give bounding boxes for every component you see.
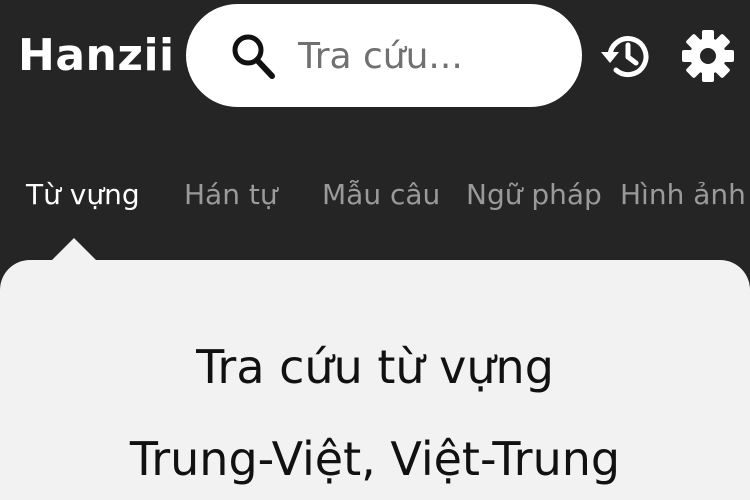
search-icon bbox=[232, 34, 275, 79]
tab-mau-cau[interactable]: Mẫu câu bbox=[322, 178, 440, 211]
tab-tu-vung[interactable]: Từ vựng bbox=[26, 178, 140, 211]
card-subtitle: Trung-Việt, Việt-Trung bbox=[129, 432, 621, 486]
card-title: Tra cứu từ vựng bbox=[196, 340, 554, 394]
search-box[interactable] bbox=[186, 4, 582, 107]
tab-ngu-phap[interactable]: Ngữ pháp bbox=[466, 178, 602, 211]
app-screen: Hanzii Tra cứu... Từ vựng Hán tự Mẫu câu… bbox=[0, 0, 750, 500]
header-bar: Hanzii bbox=[0, 0, 750, 120]
gear-icon[interactable] bbox=[682, 28, 734, 84]
tab-hinh-anh[interactable]: Hình ảnh bbox=[620, 178, 746, 211]
search-input[interactable] bbox=[298, 32, 558, 80]
tab-bar: Từ vựng Hán tự Mẫu câu Ngữ pháp Hình ảnh bbox=[0, 170, 750, 230]
active-tab-pointer bbox=[52, 238, 96, 260]
tab-han-tu[interactable]: Hán tự bbox=[184, 178, 278, 211]
app-logo: Hanzii bbox=[18, 30, 175, 81]
history-icon[interactable] bbox=[598, 30, 652, 82]
